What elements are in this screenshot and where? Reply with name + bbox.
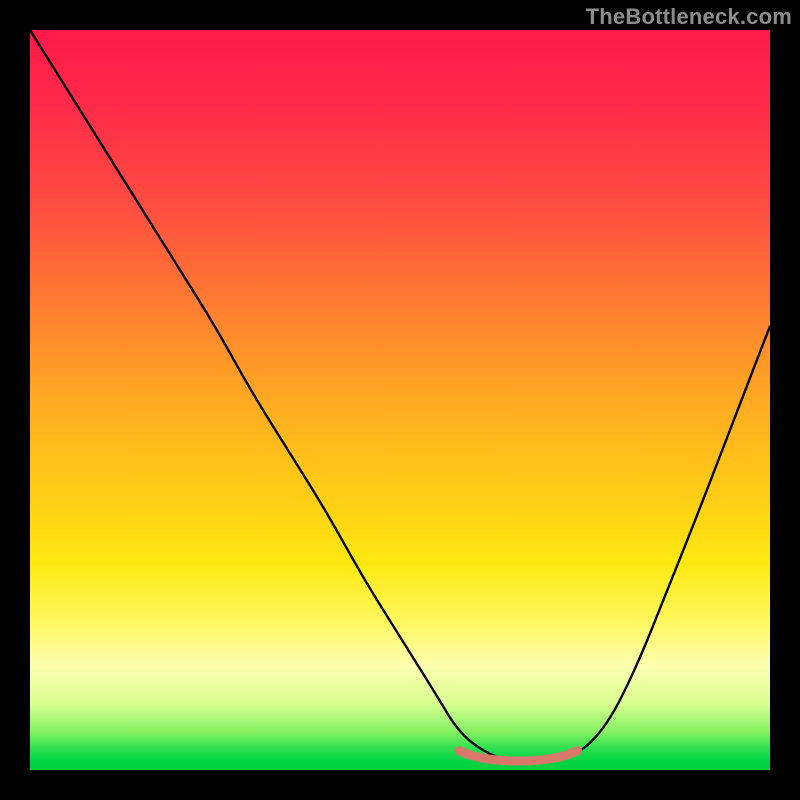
- bottleneck-curve-line: [30, 30, 770, 763]
- plot-area: [30, 30, 770, 770]
- optimal-band-marker: [459, 751, 577, 761]
- chart-stage: TheBottleneck.com: [0, 0, 800, 800]
- chart-svg: [30, 30, 770, 770]
- watermark-text: TheBottleneck.com: [586, 4, 792, 30]
